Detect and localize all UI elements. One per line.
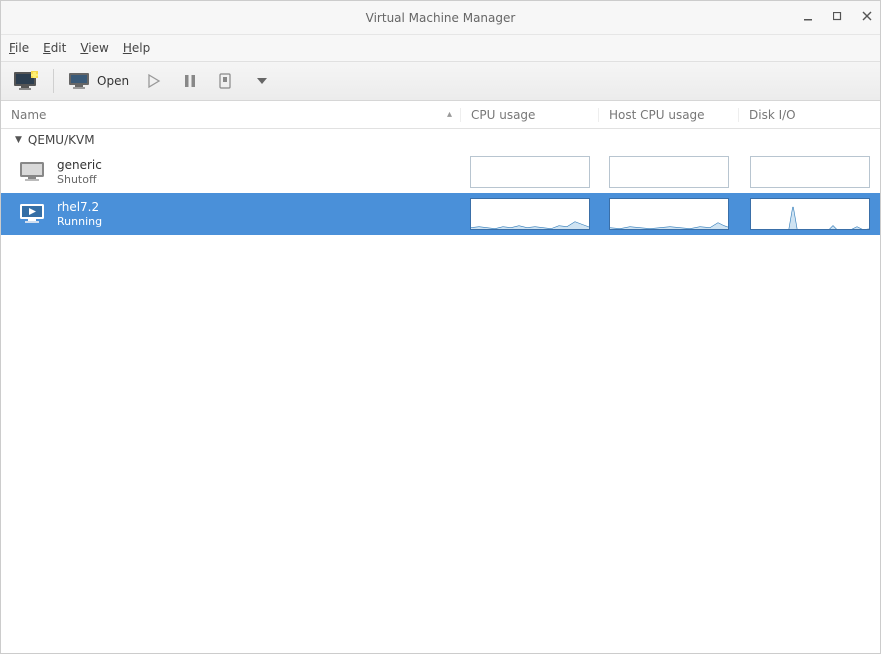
vm-name-label: rhel7.2 xyxy=(57,200,102,214)
column-header-name-label: Name xyxy=(11,108,46,122)
host-cpu-sparkline xyxy=(609,156,729,188)
menu-view-rest: iew xyxy=(88,41,109,55)
window-controls xyxy=(804,11,872,24)
menubar: File Edit View Help xyxy=(1,35,880,61)
close-button[interactable] xyxy=(862,11,872,24)
pause-icon xyxy=(183,74,197,88)
toolbar: Open xyxy=(1,61,880,101)
open-console-button[interactable]: Open xyxy=(64,67,133,95)
diskio-graph-cell xyxy=(739,193,880,235)
column-header-hostcpu[interactable]: Host CPU usage xyxy=(599,108,739,122)
shutdown-menu-button[interactable] xyxy=(247,67,277,95)
toolbar-separator xyxy=(53,69,54,93)
menu-help[interactable]: Help xyxy=(123,41,150,55)
disclosure-triangle-icon[interactable]: ▼ xyxy=(15,135,22,145)
menu-edit-rest: dit xyxy=(51,41,67,55)
shutdown-button[interactable] xyxy=(211,67,241,95)
titlebar: Virtual Machine Manager xyxy=(1,1,880,35)
menu-file-rest: ile xyxy=(15,41,29,55)
pause-button[interactable] xyxy=(175,67,205,95)
connection-label: QEMU/KVM xyxy=(28,133,95,147)
new-vm-icon xyxy=(13,71,39,91)
open-button-label: Open xyxy=(97,74,129,88)
chevron-down-icon xyxy=(256,77,268,85)
column-header-cpu[interactable]: CPU usage xyxy=(461,108,599,122)
vm-row-rhel72[interactable]: rhel7.2 Running xyxy=(1,193,880,235)
monitor-icon xyxy=(68,72,92,90)
window-title: Virtual Machine Manager xyxy=(1,11,880,25)
minimize-button[interactable] xyxy=(804,11,813,24)
hostcpu-graph-cell xyxy=(599,151,739,193)
cpu-usage-sparkline xyxy=(470,156,590,188)
vm-labels: generic Shutoff xyxy=(57,158,102,186)
minimize-icon xyxy=(804,12,813,21)
sparkline-icon xyxy=(751,199,870,230)
monitor-off-icon xyxy=(19,161,47,183)
maximize-icon xyxy=(833,12,842,21)
vm-labels: rhel7.2 Running xyxy=(57,200,102,228)
cpu-graph-cell xyxy=(461,193,599,235)
column-header-diskio-label: Disk I/O xyxy=(749,108,796,122)
run-button[interactable] xyxy=(139,67,169,95)
column-header-cpu-label: CPU usage xyxy=(471,108,535,122)
disk-io-sparkline xyxy=(750,156,870,188)
connection-row[interactable]: ▼ QEMU/KVM xyxy=(1,129,880,151)
menu-help-rest: elp xyxy=(132,41,150,55)
sparkline-icon xyxy=(610,199,729,230)
hostcpu-graph-cell xyxy=(599,193,739,235)
column-header-hostcpu-label: Host CPU usage xyxy=(609,108,705,122)
monitor-running-icon xyxy=(19,203,47,225)
cpu-usage-sparkline xyxy=(470,198,590,230)
maximize-button[interactable] xyxy=(833,11,842,24)
vm-list: ▼ QEMU/KVM generic Shutoff xyxy=(1,129,880,653)
vm-name-label: generic xyxy=(57,158,102,172)
vm-name-cell: generic Shutoff xyxy=(1,151,461,193)
host-cpu-sparkline xyxy=(609,198,729,230)
play-icon xyxy=(147,74,161,88)
vm-status-label: Running xyxy=(57,215,102,228)
shutdown-icon xyxy=(218,72,234,90)
cpu-graph-cell xyxy=(461,151,599,193)
vm-row-generic[interactable]: generic Shutoff xyxy=(1,151,880,193)
sort-indicator-icon: ▴ xyxy=(447,109,452,120)
diskio-graph-cell xyxy=(739,151,880,193)
vm-status-label: Shutoff xyxy=(57,173,102,186)
column-header-name[interactable]: Name ▴ xyxy=(1,108,461,122)
vm-name-cell: rhel7.2 Running xyxy=(1,193,461,235)
disk-io-sparkline xyxy=(750,198,870,230)
close-icon xyxy=(862,11,872,21)
sparkline-icon xyxy=(471,199,590,230)
new-vm-button[interactable] xyxy=(9,67,43,95)
menu-edit[interactable]: Edit xyxy=(43,41,66,55)
menu-view[interactable]: View xyxy=(80,41,108,55)
column-headers: Name ▴ CPU usage Host CPU usage Disk I/O xyxy=(1,101,880,129)
column-header-diskio[interactable]: Disk I/O xyxy=(739,108,880,122)
menu-file[interactable]: File xyxy=(9,41,29,55)
